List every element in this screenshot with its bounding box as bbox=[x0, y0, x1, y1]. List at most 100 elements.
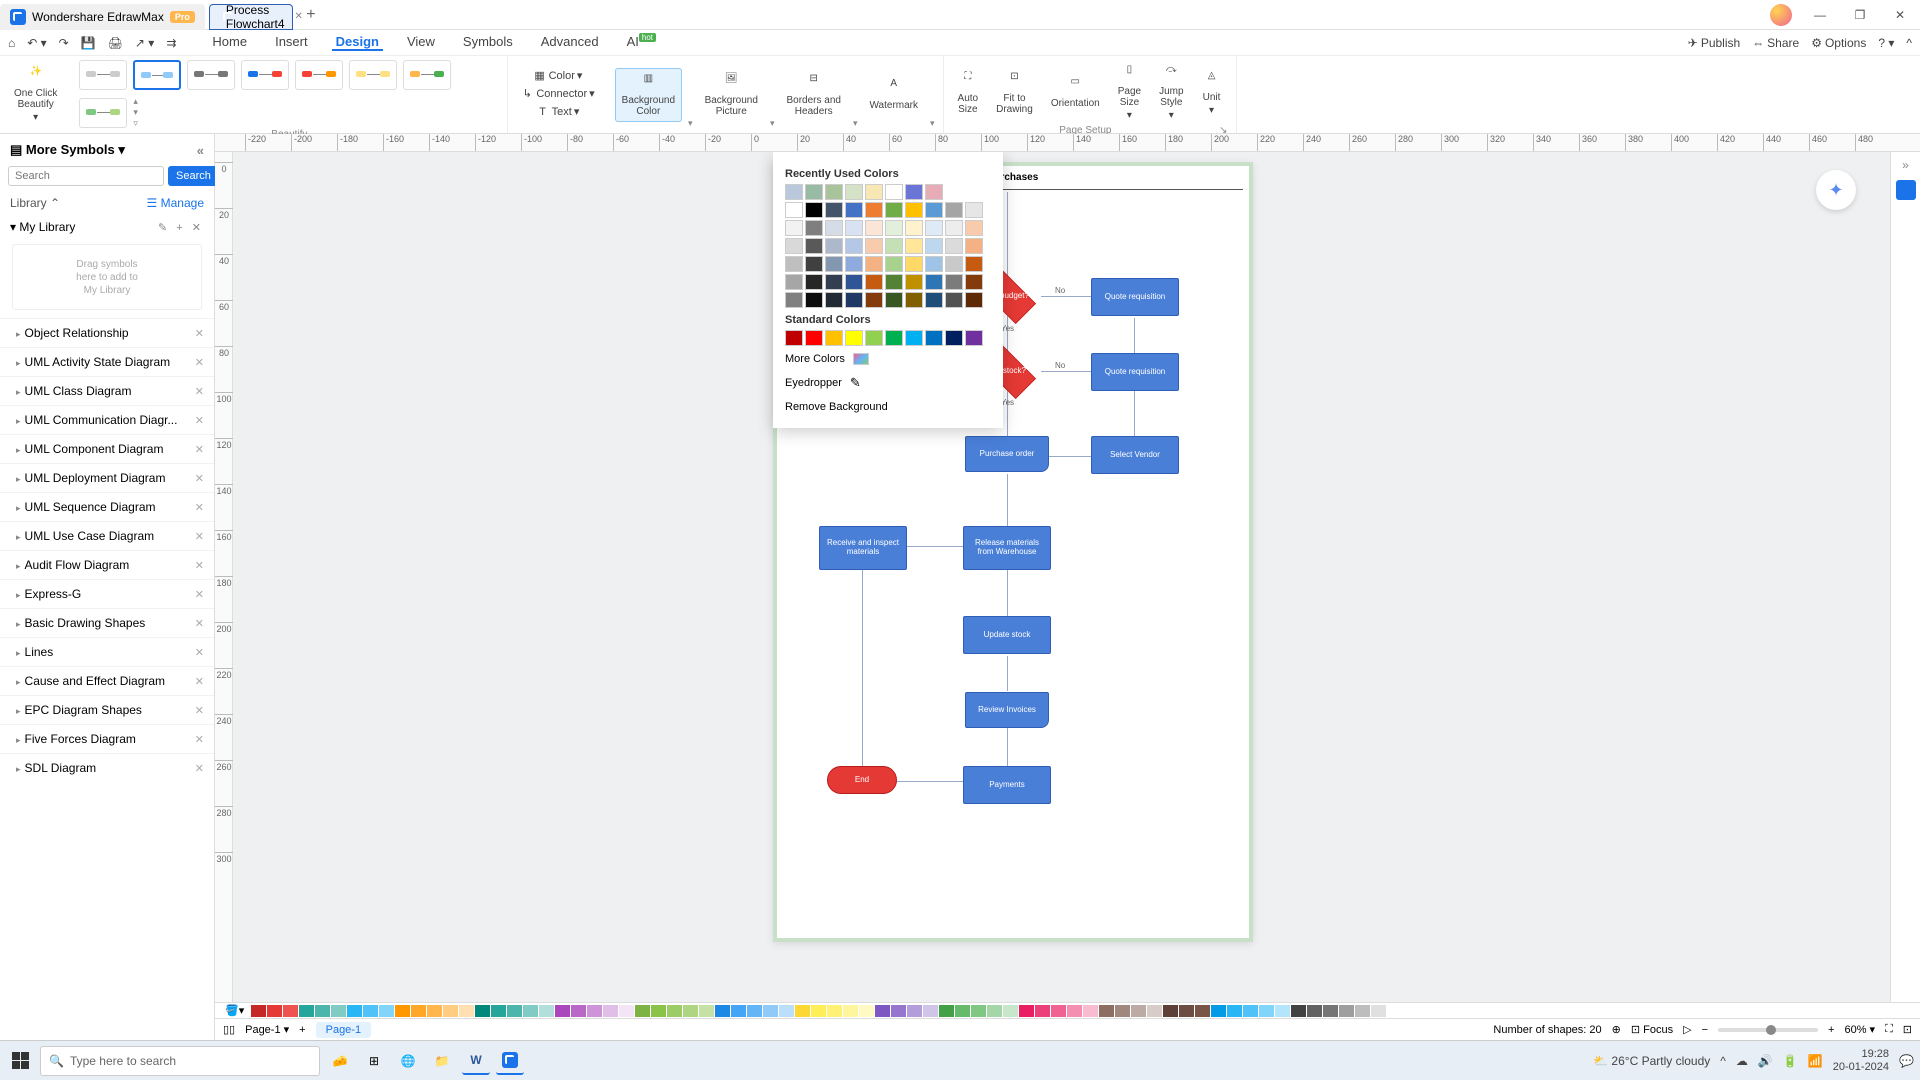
category-close-icon[interactable]: ✕ bbox=[195, 356, 204, 369]
strip-swatch[interactable] bbox=[395, 1005, 410, 1017]
color-swatch[interactable] bbox=[825, 238, 843, 254]
category-close-icon[interactable]: ✕ bbox=[195, 704, 204, 717]
symbol-search-button[interactable]: Search bbox=[168, 166, 219, 186]
tray-notifications-icon[interactable]: 💬 bbox=[1899, 1054, 1914, 1068]
symbol-category[interactable]: ▸Five Forces Diagram✕ bbox=[0, 724, 214, 753]
connector[interactable] bbox=[1007, 728, 1008, 768]
color-swatch[interactable] bbox=[905, 330, 923, 346]
color-swatch[interactable] bbox=[885, 202, 903, 218]
strip-swatch[interactable] bbox=[1195, 1005, 1210, 1017]
color-swatch[interactable] bbox=[865, 238, 883, 254]
page-selector[interactable]: Page-1 ▾ bbox=[245, 1023, 289, 1036]
process-payments[interactable]: Payments bbox=[963, 766, 1051, 804]
page-tab[interactable]: Page-1 bbox=[316, 1022, 371, 1038]
strip-swatch[interactable] bbox=[971, 1005, 986, 1017]
symbol-category[interactable]: ▸Cause and Effect Diagram✕ bbox=[0, 666, 214, 695]
fit-to-drawing-button[interactable]: ⊡Fit to Drawing bbox=[990, 67, 1039, 119]
process-receive-inspect[interactable]: Receive and inspect materials bbox=[819, 526, 907, 570]
color-swatch[interactable] bbox=[845, 292, 863, 308]
color-swatch[interactable] bbox=[945, 220, 963, 236]
style-scroll-down[interactable]: ▾ bbox=[133, 107, 138, 118]
strip-swatch[interactable] bbox=[1291, 1005, 1306, 1017]
strip-swatch[interactable] bbox=[507, 1005, 522, 1017]
user-avatar[interactable] bbox=[1770, 4, 1792, 26]
auto-size-button[interactable]: ⛶Auto Size bbox=[952, 67, 985, 119]
strip-swatch[interactable] bbox=[539, 1005, 554, 1017]
style-thumb-4[interactable] bbox=[241, 60, 289, 90]
symbol-category[interactable]: ▸EPC Diagram Shapes✕ bbox=[0, 695, 214, 724]
new-tab-button[interactable]: + bbox=[299, 6, 323, 24]
library-label[interactable]: Library ⌃ bbox=[10, 196, 60, 210]
right-panel-format-icon[interactable] bbox=[1896, 180, 1916, 200]
color-swatch[interactable] bbox=[905, 292, 923, 308]
manage-library-button[interactable]: ☰ Manage bbox=[147, 196, 204, 210]
weather-widget[interactable]: ⛅ 26°C Partly cloudy bbox=[1593, 1054, 1710, 1068]
strip-swatch[interactable] bbox=[459, 1005, 474, 1017]
bgpic-arrow[interactable]: ▾ bbox=[770, 118, 775, 129]
color-swatch[interactable] bbox=[865, 292, 883, 308]
fullscreen-icon[interactable]: ⊡ bbox=[1903, 1023, 1912, 1036]
color-swatch[interactable] bbox=[785, 220, 803, 236]
strip-swatch[interactable] bbox=[1051, 1005, 1066, 1017]
color-swatch[interactable] bbox=[845, 184, 863, 200]
strip-swatch[interactable] bbox=[251, 1005, 266, 1017]
connector[interactable] bbox=[1041, 296, 1091, 297]
color-swatch[interactable] bbox=[905, 256, 923, 272]
taskbar-taskview-icon[interactable]: ⊞ bbox=[360, 1047, 388, 1075]
color-swatch[interactable] bbox=[865, 256, 883, 272]
jump-style-button[interactable]: ⤼Jump Style ▾ bbox=[1153, 60, 1189, 125]
connector[interactable] bbox=[1049, 456, 1091, 457]
close-window-button[interactable]: ✕ bbox=[1880, 0, 1920, 30]
process-select-vendor[interactable]: Select Vendor bbox=[1091, 436, 1179, 474]
color-swatch[interactable] bbox=[945, 274, 963, 290]
category-close-icon[interactable]: ✕ bbox=[195, 617, 204, 630]
strip-swatch[interactable] bbox=[875, 1005, 890, 1017]
color-swatch[interactable] bbox=[805, 220, 823, 236]
strip-swatch[interactable] bbox=[955, 1005, 970, 1017]
strip-swatch[interactable] bbox=[1147, 1005, 1162, 1017]
style-thumb-8[interactable] bbox=[79, 98, 127, 128]
color-swatch[interactable] bbox=[965, 202, 983, 218]
category-close-icon[interactable]: ✕ bbox=[195, 501, 204, 514]
color-swatch[interactable] bbox=[825, 220, 843, 236]
category-close-icon[interactable]: ✕ bbox=[195, 559, 204, 572]
color-swatch[interactable] bbox=[785, 292, 803, 308]
color-swatch[interactable] bbox=[785, 256, 803, 272]
color-swatch[interactable] bbox=[845, 202, 863, 218]
strip-swatch[interactable] bbox=[811, 1005, 826, 1017]
color-swatch[interactable] bbox=[925, 330, 943, 346]
process-quote-1[interactable]: Quote requisition bbox=[1091, 278, 1179, 316]
process-quote-2[interactable]: Quote requisition bbox=[1091, 353, 1179, 391]
symbol-category[interactable]: ▸UML Component Diagram✕ bbox=[0, 434, 214, 463]
connector[interactable] bbox=[1041, 371, 1091, 372]
text-dropdown[interactable]: TText ▾ bbox=[532, 104, 584, 122]
strip-swatch[interactable] bbox=[379, 1005, 394, 1017]
tab-view[interactable]: View bbox=[403, 34, 439, 51]
strip-swatch[interactable] bbox=[827, 1005, 842, 1017]
category-close-icon[interactable]: ✕ bbox=[195, 385, 204, 398]
category-close-icon[interactable]: ✕ bbox=[195, 588, 204, 601]
my-library-toggle[interactable]: ▾ My Library bbox=[10, 220, 75, 234]
strip-swatch[interactable] bbox=[1035, 1005, 1050, 1017]
document-tab[interactable]: Process Flowchart4 ✕ bbox=[209, 4, 293, 30]
color-swatch[interactable] bbox=[785, 274, 803, 290]
bgcolor-arrow[interactable]: ▾ bbox=[688, 118, 693, 129]
strip-swatch[interactable] bbox=[1115, 1005, 1130, 1017]
minimize-button[interactable]: — bbox=[1800, 0, 1840, 30]
color-swatch[interactable] bbox=[805, 274, 823, 290]
right-panel-expand[interactable]: » bbox=[1902, 158, 1909, 172]
color-swatch[interactable] bbox=[865, 202, 883, 218]
watermark-arrow[interactable]: ▾ bbox=[930, 118, 935, 129]
strip-swatch[interactable] bbox=[603, 1005, 618, 1017]
zoom-out-button[interactable]: − bbox=[1702, 1024, 1708, 1036]
tab-design[interactable]: Design bbox=[332, 34, 383, 51]
color-swatch[interactable] bbox=[785, 238, 803, 254]
strip-swatch[interactable] bbox=[763, 1005, 778, 1017]
strip-swatch[interactable] bbox=[667, 1005, 682, 1017]
taskbar-edrawmax-icon[interactable] bbox=[496, 1047, 524, 1075]
watermark-button[interactable]: AWatermark bbox=[863, 74, 924, 115]
more-colors-item[interactable]: More Colors bbox=[785, 348, 991, 370]
color-swatch[interactable] bbox=[805, 238, 823, 254]
connector[interactable] bbox=[1007, 192, 1008, 287]
color-swatch[interactable] bbox=[845, 330, 863, 346]
